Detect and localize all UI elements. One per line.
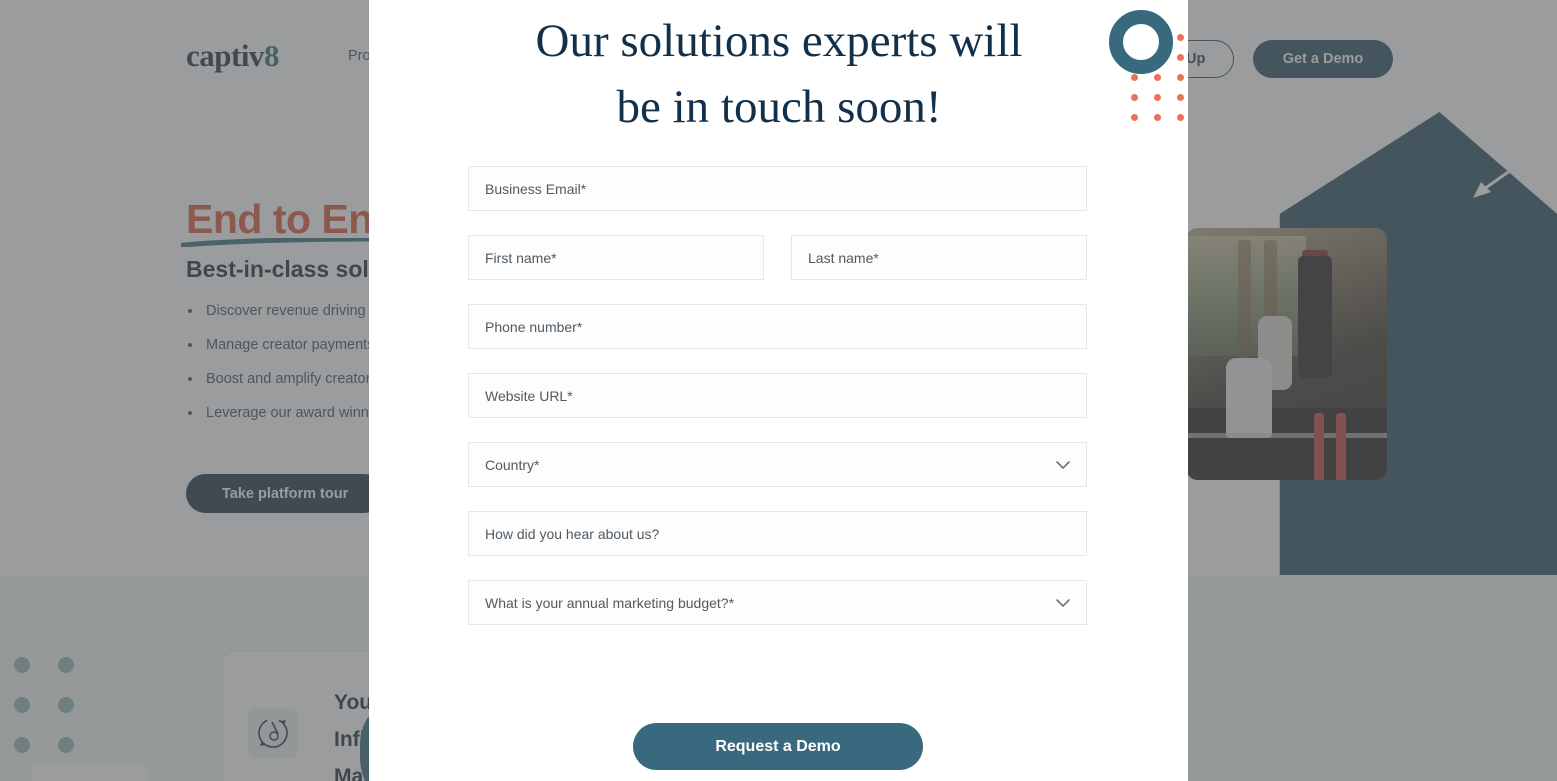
first-name-field[interactable]: First name* [468, 235, 764, 280]
request-demo-modal: Our solutions experts will be in touch s… [369, 0, 1188, 781]
annual-marketing-budget-placeholder: What is your annual marketing budget?* [485, 594, 735, 611]
chevron-down-icon [1056, 460, 1070, 469]
website-url-field[interactable]: Website URL* [468, 373, 1087, 418]
country-select[interactable]: Country* [468, 442, 1087, 487]
modal-title-line-1: Our solutions experts will [535, 15, 1023, 67]
dot [1154, 114, 1161, 121]
dot [1131, 74, 1138, 81]
dot [1177, 34, 1184, 41]
website-url-placeholder: Website URL* [485, 387, 573, 404]
phone-number-field[interactable]: Phone number* [468, 304, 1087, 349]
demo-request-form: Business Email* First name* Last name* P… [468, 166, 1087, 649]
request-a-demo-button[interactable]: Request a Demo [633, 723, 923, 770]
dot [1177, 94, 1184, 101]
first-name-placeholder: First name* [485, 249, 557, 266]
dot [1177, 114, 1184, 121]
how-did-you-hear-placeholder: How did you hear about us? [485, 525, 660, 542]
name-row: First name* Last name* [468, 235, 1087, 304]
last-name-placeholder: Last name* [808, 249, 879, 266]
dot [1177, 74, 1184, 81]
dot [1154, 74, 1161, 81]
annual-marketing-budget-select[interactable]: What is your annual marketing budget?* [468, 580, 1087, 625]
business-email-field[interactable]: Business Email* [468, 166, 1087, 211]
dot [1131, 114, 1138, 121]
business-email-placeholder: Business Email* [485, 180, 587, 197]
country-placeholder: Country* [485, 456, 540, 473]
how-did-you-hear-field[interactable]: How did you hear about us? [468, 511, 1087, 556]
modal-title: Our solutions experts will be in touch s… [429, 8, 1129, 140]
modal-title-line-2: be in touch soon! [616, 81, 942, 133]
dot [1131, 94, 1138, 101]
page-root: End to End Best-in-class solutions Disco… [0, 0, 1557, 781]
chevron-down-icon [1056, 598, 1070, 607]
dot [1177, 54, 1184, 61]
dot [1154, 94, 1161, 101]
last-name-field[interactable]: Last name* [791, 235, 1087, 280]
phone-number-placeholder: Phone number* [485, 318, 583, 335]
